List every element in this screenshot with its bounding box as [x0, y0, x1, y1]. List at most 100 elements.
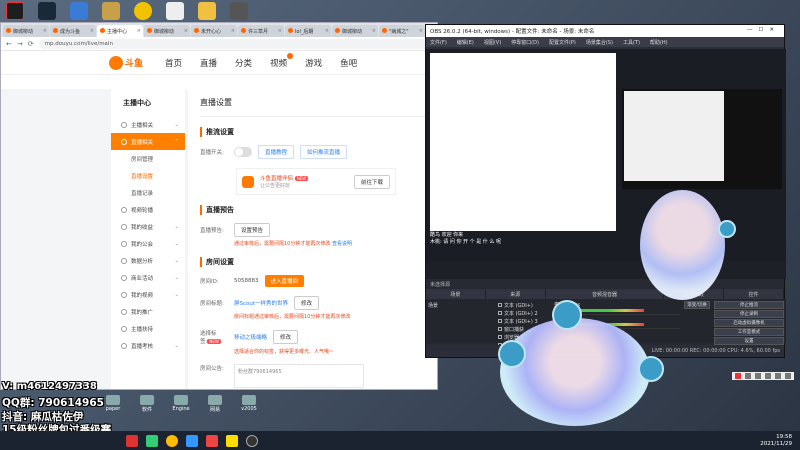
menu-file[interactable]: 文件(F)	[430, 39, 447, 46]
nav-home[interactable]: 首页	[165, 57, 182, 69]
visibility-icon[interactable]	[498, 327, 502, 331]
taskbar-app-icon[interactable]	[186, 434, 198, 447]
browser-tab-active[interactable]: 主播中心 ×	[97, 25, 143, 37]
browser-tab[interactable]: 未开心心 ×	[191, 25, 237, 37]
close-icon[interactable]: ×	[90, 28, 94, 37]
browser-tab[interactable]: 御城柳动 ×	[144, 25, 190, 37]
app-icon[interactable]	[70, 2, 88, 20]
taskbar-app-icon[interactable]	[126, 434, 138, 447]
menu-edit[interactable]: 编辑(E)	[457, 39, 474, 46]
sidebar-item-data[interactable]: 数据分析 ⌄	[111, 252, 185, 269]
forward-icon[interactable]: →	[17, 40, 23, 48]
obs-icon[interactable]	[246, 434, 258, 447]
system-clock[interactable]: 19:58 2021/11/29	[760, 434, 800, 448]
nav-live[interactable]: 直播	[200, 57, 217, 69]
stop-streaming-button[interactable]: 停止推流	[714, 301, 784, 309]
notice-textarea[interactable]: 粉丝群790614965	[234, 364, 364, 388]
sidebar-item-assessment[interactable]: 直播考核 ⌄	[111, 337, 185, 354]
reload-icon[interactable]: ⟳	[28, 40, 34, 48]
browser-tab[interactable]: 成为斗鱼 ×	[50, 25, 96, 37]
how-to-stream-button[interactable]: 如何推流直播	[300, 145, 348, 159]
edit-title-button[interactable]: 修改	[294, 296, 320, 310]
document-icon[interactable]	[166, 2, 184, 20]
settings-button[interactable]: 设置	[714, 337, 784, 345]
menu-help[interactable]: 帮助(H)	[650, 39, 668, 46]
sidebar-item-video-loop[interactable]: 视频轮播	[111, 201, 185, 218]
sidebar-item-my-videos[interactable]: 我的视频 ⌄	[111, 286, 185, 303]
chrome-icon[interactable]	[166, 434, 178, 447]
sidebar-item-guild[interactable]: 我的公会 ⌄	[111, 235, 185, 252]
sidebar-subitem-room[interactable]: 房间管理	[111, 150, 185, 167]
visibility-icon[interactable]	[498, 311, 502, 315]
help-link[interactable]: 查看说明	[332, 241, 352, 247]
sidebar-item-promotion[interactable]: 我的推广	[111, 303, 185, 320]
ime-toolbar[interactable]	[732, 372, 794, 380]
obs-preview[interactable]: 酷鸟 欢迎 你来 木桃: 请 问 你 开 个 是 什 么 呢	[426, 49, 786, 279]
desktop-shortcut[interactable]: 软件	[134, 395, 160, 413]
app-icon[interactable]	[134, 2, 152, 20]
edit-category-button[interactable]: 修改	[273, 330, 299, 344]
menu-tools[interactable]: 工具(T)	[623, 39, 640, 46]
studio-mode-button[interactable]: 工作室模式	[714, 328, 784, 336]
close-icon[interactable]: ×	[184, 28, 188, 37]
user-icon	[121, 121, 127, 128]
set-preview-button[interactable]: 设置预告	[234, 223, 271, 237]
sidebar-subitem-records[interactable]: 直播记录	[111, 184, 185, 201]
app-icon[interactable]	[230, 2, 248, 20]
browser-tab[interactable]: 御城柳动 ×	[332, 25, 378, 37]
close-icon[interactable]: ×	[43, 28, 47, 37]
desktop-icons-bottom: paper 软件 Engine 网易 v2005	[100, 395, 262, 413]
nav-yuba[interactable]: 鱼吧	[340, 57, 357, 69]
download-button[interactable]: 前往下载	[353, 174, 390, 189]
nav-game[interactable]: 游戏	[305, 57, 322, 69]
source-item[interactable]: 文本 (GDI+)	[498, 301, 550, 309]
source-item[interactable]: 文本 (GDI+) 2	[498, 309, 550, 317]
close-icon[interactable]: ×	[137, 28, 141, 37]
taskbar-app-icon[interactable]	[146, 434, 158, 447]
folder-icon[interactable]	[198, 2, 216, 20]
desktop-shortcut[interactable]: v2005	[236, 395, 262, 413]
sidebar-subitem-live-settings[interactable]: 直播设置	[111, 167, 185, 184]
menu-scene-collection[interactable]: 场景集合(S)	[586, 39, 613, 46]
close-icon[interactable]: ×	[325, 28, 329, 37]
taskbar-app-icon[interactable]	[206, 434, 218, 447]
menu-profile[interactable]: 配置文件(P)	[549, 39, 576, 46]
archive-icon[interactable]	[102, 2, 120, 20]
sidebar-item-anchor[interactable]: 主播相关 ⌄	[111, 116, 185, 133]
visibility-icon[interactable]	[498, 319, 502, 323]
browser-tab[interactable]: lol_后期 ×	[285, 25, 331, 37]
sidebar-item-support[interactable]: 主播扶持	[111, 320, 185, 337]
browser-tab[interactable]: 许三草月 ×	[238, 25, 284, 37]
menu-docks[interactable]: 停靠窗口(D)	[511, 39, 539, 46]
close-icon[interactable]: ×	[372, 28, 376, 37]
nav-category[interactable]: 分类	[235, 57, 252, 69]
menu-view[interactable]: 视图(V)	[484, 39, 501, 46]
back-icon[interactable]: ←	[6, 40, 12, 48]
app-icon[interactable]	[6, 2, 24, 20]
desktop-shortcut[interactable]: Engine	[168, 395, 194, 413]
scene-item[interactable]: 场景	[428, 301, 494, 309]
transition-select[interactable]: 渐变/切换	[684, 301, 710, 309]
close-icon[interactable]: ×	[231, 28, 235, 37]
site-logo[interactable]: 斗鱼	[109, 55, 143, 70]
visibility-icon[interactable]	[498, 303, 502, 307]
virtual-camera-button[interactable]: 启动虚拟摄像机	[714, 319, 784, 327]
folder-icon[interactable]	[226, 434, 238, 447]
enter-room-button[interactable]: 进入直播间	[264, 275, 305, 287]
browser-tab[interactable]: "病城之" ×	[379, 25, 425, 37]
steam-icon[interactable]	[38, 2, 56, 20]
browser-tab[interactable]: 御城柳动 ×	[3, 25, 49, 37]
visibility-icon[interactable]	[498, 335, 502, 339]
nav-video[interactable]: 视频	[270, 52, 294, 69]
live-toggle[interactable]	[234, 147, 252, 157]
sidebar-item-live[interactable]: 直播相关 ⌃	[111, 133, 185, 150]
sidebar-item-income[interactable]: 我的收益 ⌄	[111, 218, 185, 235]
sidebar-item-business[interactable]: 商业活动 ⌄	[111, 269, 185, 286]
tutorial-button[interactable]: 直播教程	[258, 145, 295, 159]
url-input[interactable]: mp.douyu.com/live/main	[38, 38, 432, 49]
close-icon[interactable]: ×	[278, 28, 282, 37]
stop-recording-button[interactable]: 停止录制	[714, 310, 784, 318]
desktop-shortcut[interactable]: 网易	[202, 395, 228, 413]
window-controls[interactable]: —☐✕	[747, 27, 780, 35]
close-icon[interactable]: ×	[419, 28, 423, 37]
